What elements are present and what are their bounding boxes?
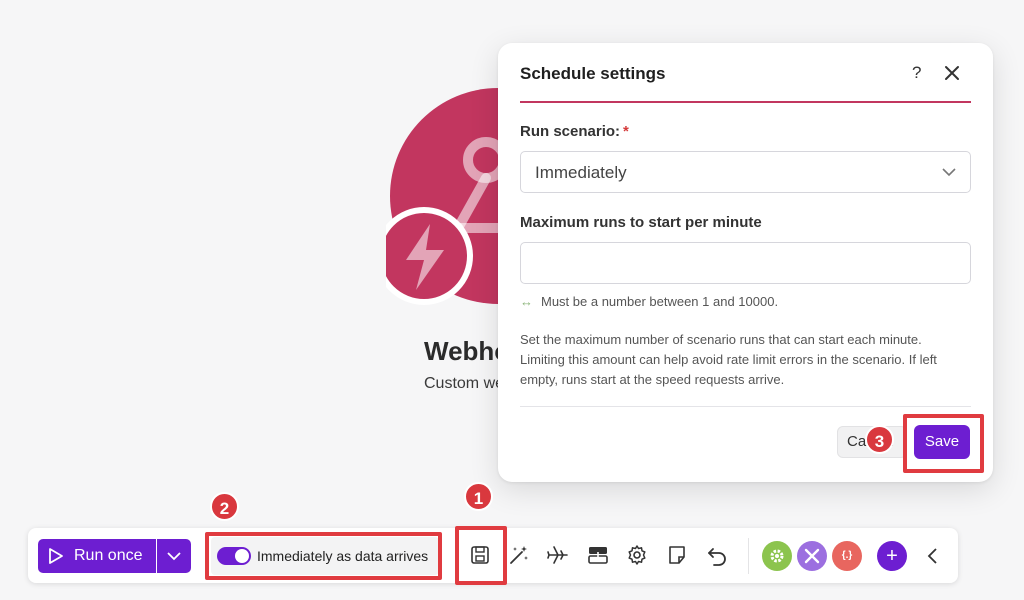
magic-wand-icon[interactable] <box>507 543 531 567</box>
highlight-schedule <box>205 532 442 580</box>
highlight-save-button <box>903 414 984 473</box>
flow-control-icon[interactable] <box>586 543 610 567</box>
highlight-save-icon <box>455 526 507 585</box>
toolbar-divider <box>748 538 749 574</box>
description-text: Set the maximum number of scenario runs … <box>520 332 937 387</box>
wrench-icon <box>804 548 820 564</box>
play-icon <box>49 548 63 564</box>
close-icon[interactable] <box>944 65 960 81</box>
dialog-title: Schedule settings <box>520 64 666 83</box>
run-scenario-label-text: Run scenario: <box>520 123 621 140</box>
text-parser-app-icon[interactable]: {.} <box>832 541 862 571</box>
gear-icon <box>770 549 784 563</box>
step-marker-1: 1 <box>464 482 493 511</box>
run-once-label: Run once <box>74 547 143 564</box>
footer-divider <box>520 406 971 407</box>
run-once-button[interactable]: Run once <box>38 539 156 573</box>
max-runs-label: Maximum runs to start per minute <box>520 214 762 231</box>
add-module-button[interactable]: + <box>877 541 907 571</box>
hint: ↔ Must be a number between 1 and 10000. <box>520 294 778 309</box>
flow-app-icon[interactable] <box>797 541 827 571</box>
settings-icon[interactable] <box>625 543 649 567</box>
step-marker-2: 2 <box>210 492 239 521</box>
run-scenario-label: Run scenario: * <box>520 123 629 140</box>
text-parser-app-label: {.} <box>841 550 853 561</box>
chevron-down-icon <box>942 168 956 177</box>
step-marker-3: 3 <box>865 425 894 454</box>
max-runs-input[interactable] <box>520 242 971 284</box>
chevron-down-icon <box>167 552 181 561</box>
title-divider <box>520 101 971 103</box>
hint-text: Must be a number between 1 and 10000. <box>541 294 779 309</box>
plus-icon: + <box>886 545 898 567</box>
chevron-left-icon[interactable] <box>926 547 940 565</box>
run-scenario-select[interactable]: Immediately <box>520 151 971 193</box>
arrows-horizontal-icon: ↔ <box>520 294 533 309</box>
run-scenario-value: Immediately <box>535 163 627 182</box>
notes-icon[interactable] <box>665 543 689 567</box>
airplane-icon[interactable] <box>546 543 570 567</box>
run-options-dropdown[interactable] <box>157 539 191 573</box>
help-icon[interactable]: ? <box>912 63 921 83</box>
required-mark: * <box>623 123 629 140</box>
tools-app-icon[interactable] <box>762 541 792 571</box>
undo-icon[interactable] <box>705 543 729 567</box>
